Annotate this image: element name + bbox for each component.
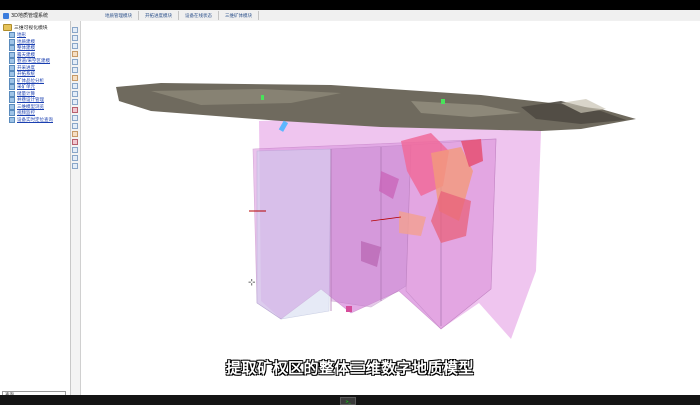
zoom-in-icon[interactable] [72, 27, 78, 33]
sidebar-item-equipment-location[interactable]: 设备实时定位查询 [9, 116, 53, 124]
module-tabs: 地质管理模块 开拓进度模块 设备在线状态 三维矿体模块 [99, 10, 259, 21]
tab-progress[interactable]: 开拓进度模块 [139, 11, 179, 20]
tab-3d-ore[interactable]: 三维矿体模块 [219, 11, 259, 20]
grid-icon[interactable] [72, 99, 78, 105]
node-icon [9, 58, 15, 65]
layer-icon[interactable] [72, 75, 78, 81]
color-icon[interactable] [72, 139, 78, 145]
node-icon [9, 77, 15, 84]
home-view-icon[interactable] [72, 83, 78, 89]
section-icon[interactable] [72, 91, 78, 97]
node-icon [9, 103, 15, 110]
geological-model[interactable] [81, 21, 700, 395]
tree-root[interactable]: 三维可视化模块 [3, 24, 48, 31]
taskbar: >_ [0, 395, 700, 405]
tunnel-icon[interactable] [72, 131, 78, 137]
node-icon [9, 45, 15, 52]
app-logo-icon [3, 12, 9, 19]
ore-block [346, 306, 352, 312]
crosshair-cursor-icon: ⊹ [248, 278, 256, 288]
select-icon[interactable] [72, 59, 78, 65]
node-icon [9, 38, 15, 45]
tab-equipment[interactable]: 设备在线状态 [179, 11, 219, 20]
link-icon[interactable] [72, 155, 78, 161]
taskbar-app-icon[interactable]: >_ [340, 397, 356, 405]
refresh-icon[interactable] [72, 147, 78, 153]
node-icon [9, 64, 15, 71]
app-title: 3D地质管理系统 [3, 11, 48, 20]
tree-root-label: 三维可视化模块 [14, 26, 48, 31]
toolbar [71, 21, 81, 395]
3d-viewport[interactable]: ⊹ [81, 21, 700, 395]
node-icon [9, 32, 15, 39]
node-icon [9, 84, 15, 91]
ore-body-icon[interactable] [72, 107, 78, 113]
application-window: 3D地质管理系统 地质管理模块 开拓进度模块 设备在线状态 三维矿体模块 三维可… [0, 10, 700, 403]
measure-icon[interactable] [72, 67, 78, 73]
drill-icon[interactable] [72, 123, 78, 129]
module-tree: 地形 地质建模 整体建模 露天建模 巷道/采空区建模 开采进度 开拓系统 矿体品… [9, 32, 53, 123]
tab-geology[interactable]: 地质管理模块 [99, 11, 139, 20]
video-subtitle: 提取矿权区的整体三维数字地质模型 [225, 359, 474, 377]
folder-icon [3, 24, 12, 31]
node-icon [9, 51, 15, 58]
zoom-out-icon[interactable] [72, 35, 78, 41]
model-panel-left [256, 148, 332, 320]
node-icon [9, 90, 15, 97]
sidebar: 三维可视化模块 地形 地质建模 整体建模 露天建模 巷道/采空区建模 开采进度 … [0, 21, 71, 398]
node-icon [9, 116, 15, 123]
node-icon [9, 110, 15, 117]
node-icon [9, 97, 15, 104]
pan-icon[interactable] [72, 43, 78, 49]
node-icon [9, 71, 15, 78]
rotate-icon[interactable] [72, 51, 78, 57]
terrain-icon[interactable] [72, 115, 78, 121]
text-icon[interactable] [72, 163, 78, 169]
app-title-text: 3D地质管理系统 [11, 13, 49, 19]
